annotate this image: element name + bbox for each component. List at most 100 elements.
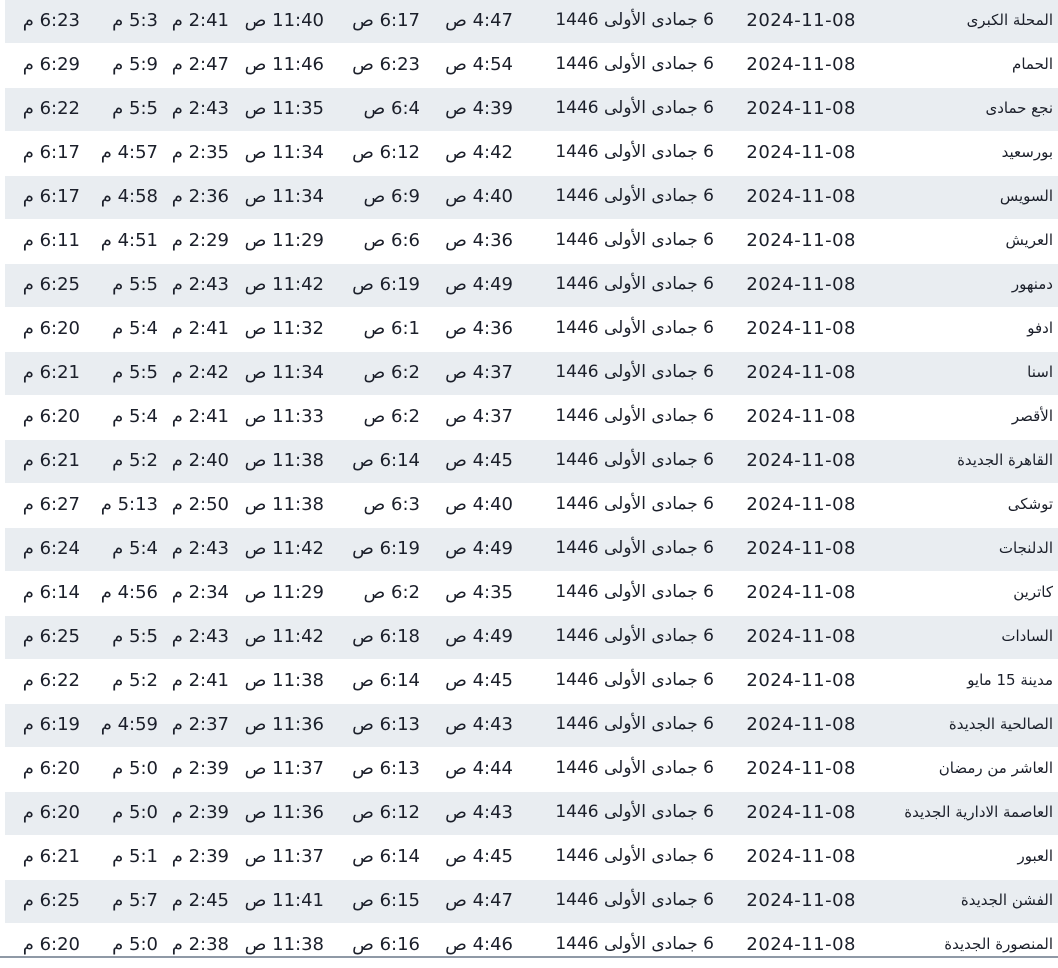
maghrib-time: 5:2 م (112, 450, 158, 471)
hijri-date: 6 جمادى الأولى 1446 (555, 758, 714, 778)
hijri-date: 6 جمادى الأولى 1446 (555, 802, 714, 822)
hijri-date: 6 جمادى الأولى 1446 (555, 934, 714, 954)
city-name: العريش (1005, 231, 1053, 249)
maghrib-time: 5:1 م (112, 846, 158, 867)
hijri-date: 6 جمادى الأولى 1446 (555, 890, 714, 910)
hijri-date: 6 جمادى الأولى 1446 (555, 362, 714, 382)
sunrise-time: 6:12 ص (352, 142, 420, 163)
asr-time: 2:37 م (171, 714, 229, 735)
table-row: المنصورة الجديدة 2024-11-08 6 جمادى الأولى… (5, 924, 1058, 968)
fajr-time: 4:45 ص (445, 450, 513, 471)
isha-time: 6:27 م (22, 494, 80, 515)
table-row: الأقصر 2024-11-08 6 جمادى الأولى 1446 4:37 … (5, 396, 1058, 440)
maghrib-time: 4:57 م (100, 142, 158, 163)
sunrise-time: 6:16 ص (352, 934, 420, 955)
fajr-time: 4:36 ص (445, 230, 513, 251)
fajr-time: 4:42 ص (445, 142, 513, 163)
asr-time: 2:50 م (171, 494, 229, 515)
fajr-time: 4:49 ص (445, 626, 513, 647)
hijri-date: 6 جمادى الأولى 1446 (555, 10, 714, 30)
fajr-time: 4:54 ص (445, 54, 513, 75)
city-name: الدلنجات (998, 539, 1053, 557)
isha-time: 6:22 م (22, 670, 80, 691)
maghrib-time: 5:5 م (112, 362, 158, 383)
asr-time: 2:34 م (171, 582, 229, 603)
gregorian-date: 2024-11-08 (746, 274, 856, 295)
asr-time: 2:41 م (171, 318, 229, 339)
maghrib-time: 5:5 م (112, 98, 158, 119)
asr-time: 2:47 م (171, 54, 229, 75)
fajr-time: 4:37 ص (445, 362, 513, 383)
dhuhr-time: 11:42 ص (244, 538, 324, 559)
dhuhr-time: 11:29 ص (244, 230, 324, 251)
asr-time: 2:43 م (171, 274, 229, 295)
sunrise-time: 6:23 ص (352, 54, 420, 75)
maghrib-time: 5:4 م (112, 318, 158, 339)
gregorian-date: 2024-11-08 (746, 318, 856, 339)
sunrise-time: 6:13 ص (352, 714, 420, 735)
table-row: الصالحية الجديدة 2024-11-08 6 جمادى الأولى… (5, 704, 1058, 748)
gregorian-date: 2024-11-08 (746, 934, 856, 955)
maghrib-time: 5:7 م (112, 890, 158, 911)
hijri-date: 6 جمادى الأولى 1446 (555, 186, 714, 206)
asr-time: 2:41 م (171, 406, 229, 427)
isha-time: 6:20 م (22, 934, 80, 955)
sunrise-time: 6:13 ص (352, 758, 420, 779)
maghrib-time: 5:13 م (100, 494, 158, 515)
gregorian-date: 2024-11-08 (746, 670, 856, 691)
maghrib-time: 5:0 م (112, 934, 158, 955)
city-name: الفشن الجديدة (960, 891, 1053, 909)
isha-time: 6:21 م (22, 846, 80, 867)
table-row: السادات 2024-11-08 6 جمادى الأولى 1446 4:49… (5, 616, 1058, 660)
hijri-date: 6 جمادى الأولى 1446 (555, 494, 714, 514)
hijri-date: 6 جمادى الأولى 1446 (555, 98, 714, 118)
maghrib-time: 5:4 م (112, 406, 158, 427)
fajr-time: 4:36 ص (445, 318, 513, 339)
gregorian-date: 2024-11-08 (746, 714, 856, 735)
gregorian-date: 2024-11-08 (746, 582, 856, 603)
sunrise-time: 6:14 ص (352, 670, 420, 691)
fajr-time: 4:40 ص (445, 494, 513, 515)
dhuhr-time: 11:36 ص (244, 802, 324, 823)
isha-time: 6:19 م (22, 714, 80, 735)
gregorian-date: 2024-11-08 (746, 362, 856, 383)
city-name: المنصورة الجديدة (944, 935, 1053, 953)
city-name: مدينة 15 مايو (967, 671, 1053, 689)
sunrise-time: 6:14 ص (352, 450, 420, 471)
asr-time: 2:43 م (171, 626, 229, 647)
dhuhr-time: 11:38 ص (244, 450, 324, 471)
table-row: الفشن الجديدة 2024-11-08 6 جمادى الأولى 14… (5, 880, 1058, 924)
fajr-time: 4:44 ص (445, 758, 513, 779)
dhuhr-time: 11:41 ص (244, 890, 324, 911)
maghrib-time: 5:5 م (112, 274, 158, 295)
maghrib-time: 5:2 م (112, 670, 158, 691)
sunrise-time: 6:9 ص (363, 186, 420, 207)
table-row: الدلنجات 2024-11-08 6 جمادى الأولى 1446 4:4… (5, 528, 1058, 572)
dhuhr-time: 11:42 ص (244, 274, 324, 295)
fajr-time: 4:35 ص (445, 582, 513, 603)
isha-time: 6:21 م (22, 450, 80, 471)
dhuhr-time: 11:38 ص (244, 670, 324, 691)
asr-time: 2:29 م (171, 230, 229, 251)
table-row: العاشر من رمضان 2024-11-08 6 جمادى الأولى … (5, 748, 1058, 792)
asr-time: 2:36 م (171, 186, 229, 207)
fajr-time: 4:45 ص (445, 846, 513, 867)
city-name: المحلة الكبرى (966, 11, 1053, 29)
fajr-time: 4:49 ص (445, 274, 513, 295)
city-name: العبور (1017, 847, 1054, 865)
hijri-date: 6 جمادى الأولى 1446 (555, 714, 714, 734)
isha-time: 6:20 م (22, 318, 80, 339)
city-name: اسنا (1027, 363, 1053, 381)
dhuhr-time: 11:34 ص (244, 186, 324, 207)
sunrise-time: 6:14 ص (352, 846, 420, 867)
city-name: نجع حمادى (985, 99, 1053, 117)
city-name: السادات (1001, 627, 1053, 645)
table-row: نجع حمادى 2024-11-08 6 جمادى الأولى 1446 4:… (5, 88, 1058, 132)
asr-time: 2:45 م (171, 890, 229, 911)
city-name: العاشر من رمضان (938, 759, 1053, 777)
maghrib-time: 4:59 م (100, 714, 158, 735)
hijri-date: 6 جمادى الأولى 1446 (555, 406, 714, 426)
sunrise-time: 6:4 ص (363, 98, 420, 119)
isha-time: 6:24 م (22, 538, 80, 559)
dhuhr-time: 11:38 ص (244, 494, 324, 515)
